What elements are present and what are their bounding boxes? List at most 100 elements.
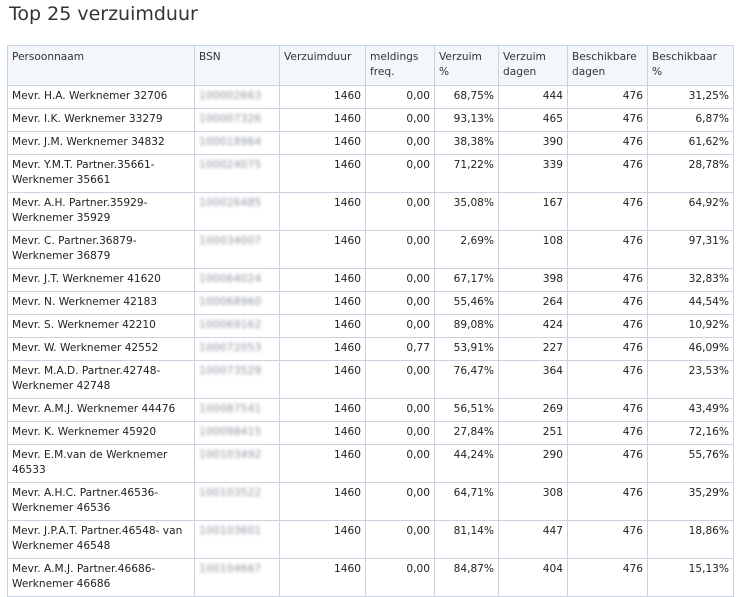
bsn-value-redacted: 100073529 [199,365,262,377]
cell-verzuim-dagen: 290 [498,444,568,483]
bsn-value-redacted: 100007326 [199,113,262,125]
page-title: Top 25 verzuimduur [9,3,198,25]
table-row: Mevr. J.P.A.T. Partner.46548- van Werkne… [7,520,734,559]
cell-verzuim-pct: 84,87% [434,558,499,597]
cell-persoonnaam: Mevr. J.P.A.T. Partner.46548- van Werkne… [7,520,195,559]
cell-beschikbare-dagen: 476 [567,520,648,559]
cell-persoonnaam: Mevr. A.H.C. Partner.46536-Werknemer 465… [7,482,195,521]
cell-beschikbaar-pct: 97,31% [647,230,734,269]
bsn-value-redacted: 100018964 [199,136,262,148]
cell-persoonnaam: Mevr. A.H. Partner.35929-Werknemer 35929 [7,192,195,231]
cell-verzuim-pct: 27,84% [434,421,499,445]
cell-beschikbaar-pct: 72,16% [647,421,734,445]
cell-verzuim-dagen: 364 [498,360,568,399]
cell-meldings-freq: 0,00 [365,421,435,445]
cell-beschikbaar-pct: 35,29% [647,482,734,521]
cell-meldings-freq: 0,00 [365,520,435,559]
table-row: Mevr. A.M.J. Werknemer 44476 100087541 146… [7,398,734,422]
cell-beschikbaar-pct: 32,83% [647,268,734,292]
cell-verzuimduur: 1460 [279,421,366,445]
cell-verzuim-dagen: 167 [498,192,568,231]
cell-beschikbare-dagen: 476 [567,291,648,315]
cell-verzuim-dagen: 264 [498,291,568,315]
cell-verzuim-dagen: 444 [498,85,568,109]
cell-bsn: 100064024 [194,268,280,292]
column-header-verzuim-dagen[interactable]: Verzuim dagen [498,45,568,86]
cell-meldings-freq: 0,00 [365,558,435,597]
cell-bsn: 100098415 [194,421,280,445]
cell-beschikbaar-pct: 31,25% [647,85,734,109]
cell-verzuim-pct: 53,91% [434,337,499,361]
cell-beschikbaar-pct: 44,54% [647,291,734,315]
cell-meldings-freq: 0,00 [365,314,435,338]
column-header-meldings-freq[interactable]: meldings freq. [365,45,435,86]
cell-beschikbare-dagen: 476 [567,314,648,338]
cell-persoonnaam: Mevr. I.K. Werknemer 33279 [7,108,195,132]
table-row: Mevr. E.M.van de Werknemer 46533 10010349… [7,444,734,483]
cell-meldings-freq: 0,00 [365,154,435,193]
cell-beschikbare-dagen: 476 [567,421,648,445]
cell-verzuimduur: 1460 [279,482,366,521]
cell-bsn: 100026485 [194,192,280,231]
cell-beschikbaar-pct: 18,86% [647,520,734,559]
column-header-verzuimduur[interactable]: Verzuimduur [279,45,366,86]
cell-verzuimduur: 1460 [279,85,366,109]
cell-verzuim-pct: 2,69% [434,230,499,269]
column-header-verzuim-pct[interactable]: Verzuim % [434,45,499,86]
cell-beschikbare-dagen: 476 [567,398,648,422]
cell-meldings-freq: 0,00 [365,398,435,422]
cell-beschikbaar-pct: 64,92% [647,192,734,231]
cell-beschikbare-dagen: 476 [567,131,648,155]
cell-verzuim-pct: 56,51% [434,398,499,422]
cell-meldings-freq: 0,00 [365,85,435,109]
bsn-value-redacted: 100034007 [199,235,262,247]
cell-beschikbaar-pct: 10,92% [647,314,734,338]
table-row: Mevr. W. Werknemer 42552 100072053 1460 0,7… [7,337,734,361]
column-header-beschikbare-dagen[interactable]: Beschikbare dagen [567,45,648,86]
column-header-bsn[interactable]: BSN [194,45,280,86]
bsn-value-redacted: 100024075 [199,159,262,171]
cell-beschikbaar-pct: 15,13% [647,558,734,597]
cell-bsn: 100018964 [194,131,280,155]
cell-verzuim-dagen: 308 [498,482,568,521]
cell-verzuim-pct: 64,71% [434,482,499,521]
table-header: Persoonnaam BSN Verzuimduur meldings fre… [7,45,734,86]
cell-persoonnaam: Mevr. A.M.J. Werknemer 44476 [7,398,195,422]
cell-verzuim-pct: 67,17% [434,268,499,292]
header-row: Persoonnaam BSN Verzuimduur meldings fre… [7,45,734,86]
cell-verzuim-dagen: 404 [498,558,568,597]
cell-verzuim-pct: 38,38% [434,131,499,155]
table-row: Mevr. N. Werknemer 42183 100068960 1460 0,0… [7,291,734,315]
table-body: Mevr. H.A. Werknemer 32706 100002663 1460 0… [7,85,734,597]
column-header-persoonnaam[interactable]: Persoonnaam [7,45,195,86]
cell-verzuim-dagen: 269 [498,398,568,422]
cell-bsn: 100103492 [194,444,280,483]
cell-persoonnaam: Mevr. S. Werknemer 42210 [7,314,195,338]
cell-bsn: 100073529 [194,360,280,399]
cell-beschikbare-dagen: 476 [567,482,648,521]
cell-verzuim-pct: 44,24% [434,444,499,483]
table-row: Mevr. S. Werknemer 42210 100069162 1460 0,0… [7,314,734,338]
cell-meldings-freq: 0,00 [365,482,435,521]
cell-verzuim-pct: 89,08% [434,314,499,338]
cell-beschikbare-dagen: 476 [567,192,648,231]
cell-verzuimduur: 1460 [279,360,366,399]
table-row: Mevr. A.M.J. Partner.46686-Werknemer 466… [7,558,734,597]
cell-meldings-freq: 0,00 [365,192,435,231]
table-row: Mevr. J.T. Werknemer 41620 100064024 1460 0… [7,268,734,292]
cell-verzuim-pct: 76,47% [434,360,499,399]
cell-bsn: 100087541 [194,398,280,422]
cell-persoonnaam: Mevr. C. Partner.36879-Werknemer 36879 [7,230,195,269]
bsn-value-redacted: 100068960 [199,296,262,308]
cell-bsn: 100069162 [194,314,280,338]
column-header-beschikbaar-pct[interactable]: Beschikbaar % [647,45,734,86]
cell-persoonnaam: Mevr. K. Werknemer 45920 [7,421,195,445]
cell-meldings-freq: 0,77 [365,337,435,361]
cell-verzuim-dagen: 447 [498,520,568,559]
cell-bsn: 100034007 [194,230,280,269]
cell-persoonnaam: Mevr. Y.M.T. Partner.35661-Werknemer 356… [7,154,195,193]
cell-beschikbaar-pct: 23,53% [647,360,734,399]
cell-verzuim-dagen: 227 [498,337,568,361]
cell-beschikbare-dagen: 476 [567,360,648,399]
cell-persoonnaam: Mevr. E.M.van de Werknemer 46533 [7,444,195,483]
